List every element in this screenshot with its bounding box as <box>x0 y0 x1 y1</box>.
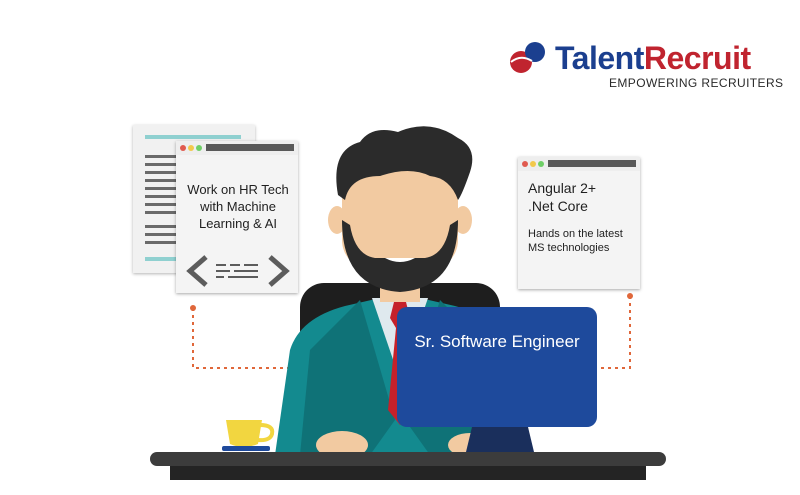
illustration: TalentRecruit EMPOWERING RECRUITERS Work… <box>0 0 800 495</box>
desk <box>150 452 666 480</box>
